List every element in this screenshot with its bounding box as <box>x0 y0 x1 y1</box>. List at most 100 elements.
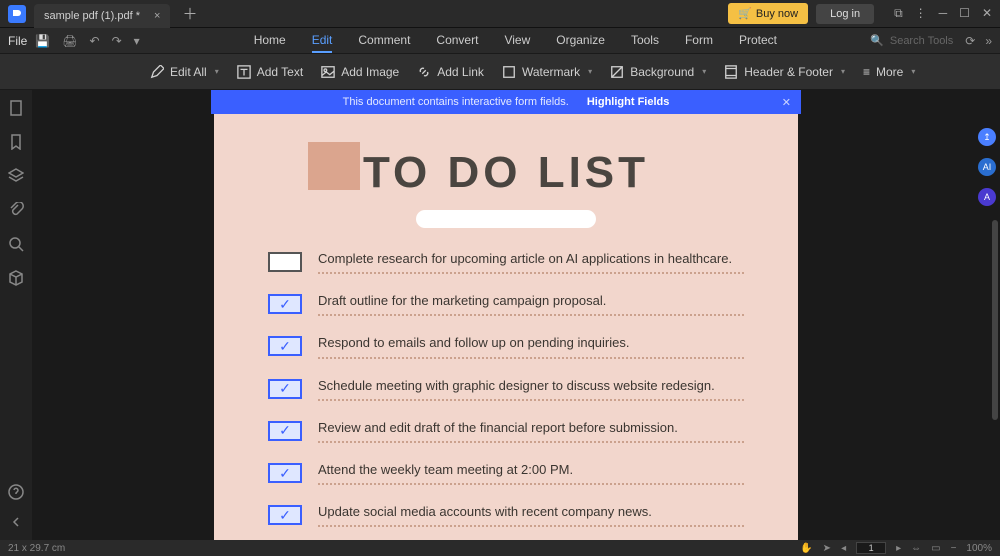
annotate-badge-icon[interactable]: A <box>978 188 996 206</box>
image-icon <box>321 65 335 79</box>
todo-checkbox[interactable]: ✓ <box>268 336 302 356</box>
print-icon[interactable]: 🖨 <box>62 34 77 48</box>
todo-row: ✓ Review and edit draft of the financial … <box>268 419 744 443</box>
expand-icon[interactable]: » <box>985 34 992 48</box>
todo-checkbox[interactable]: ✓ <box>268 294 302 314</box>
menu-form[interactable]: Form <box>685 29 713 53</box>
layers-icon[interactable] <box>8 168 24 184</box>
todo-text: Attend the weekly team meeting at 2:00 P… <box>318 461 744 479</box>
buy-now-button[interactable]: 🛒 Buy now <box>728 3 808 24</box>
tab-title: sample pdf (1).pdf * <box>44 10 140 22</box>
watermark-button[interactable]: Watermark ▾ <box>502 65 592 79</box>
todo-text: Schedule meeting with graphic designer t… <box>318 377 744 395</box>
edit-all-button[interactable]: Edit All ▾ <box>150 65 219 79</box>
thumbnails-icon[interactable] <box>8 100 24 116</box>
add-link-label: Add Link <box>437 65 484 79</box>
zoom-out-icon[interactable]: − <box>951 543 957 554</box>
page-dimensions: 21 x 29.7 cm <box>8 543 65 554</box>
close-tab-icon[interactable]: × <box>154 10 160 22</box>
todo-checkbox[interactable]: ✓ <box>268 463 302 483</box>
login-button[interactable]: Log in <box>816 4 874 24</box>
chevron-down-icon: ▾ <box>911 67 915 76</box>
document-canvas[interactable]: This document contains interactive form … <box>32 90 980 540</box>
menu-organize[interactable]: Organize <box>556 29 605 53</box>
ai-badge-icon[interactable]: AI <box>978 158 996 176</box>
left-sidebar <box>0 90 32 540</box>
highlight-fields-link[interactable]: Highlight Fields <box>587 96 670 108</box>
help-icon[interactable] <box>8 484 24 500</box>
add-image-button[interactable]: Add Image <box>321 65 399 79</box>
fit-page-icon[interactable]: ▭ <box>931 543 940 554</box>
upload-badge-icon[interactable]: ↥ <box>978 128 996 146</box>
background-button[interactable]: Background ▾ <box>610 65 706 79</box>
kebab-icon[interactable]: ⋮ <box>915 6 927 21</box>
search-tools[interactable]: 🔍 Search Tools <box>870 34 953 47</box>
cart-icon: 🛒 <box>738 7 752 20</box>
divider-line <box>318 483 744 485</box>
vertical-scrollbar[interactable] <box>992 220 998 420</box>
sync-icon[interactable]: ⟳ <box>965 34 975 48</box>
watermark-label: Watermark <box>522 65 580 79</box>
next-page-icon[interactable]: ▸ <box>896 543 901 554</box>
add-link-button[interactable]: Add Link <box>417 65 484 79</box>
divider-line <box>318 399 744 401</box>
fit-width-icon[interactable]: ⇔ <box>911 543 921 554</box>
todo-text: Review and edit draft of the financial r… <box>318 419 744 437</box>
collapse-icon[interactable] <box>8 514 24 530</box>
more-button[interactable]: ≡ More ▾ <box>863 65 915 79</box>
header-footer-button[interactable]: Header & Footer ▾ <box>724 65 845 79</box>
todo-text: Update social media accounts with recent… <box>318 503 744 521</box>
todo-row: ✓Draft outline for the marketing campaig… <box>268 292 744 316</box>
todo-row: ✓ Schedule meeting with graphic designer … <box>268 377 744 401</box>
link-icon <box>417 65 431 79</box>
divider-line <box>318 272 744 274</box>
attachments-icon[interactable] <box>8 202 24 218</box>
hand-tool-icon[interactable]: ✋ <box>800 543 812 554</box>
todo-checkbox[interactable]: ✓ <box>268 379 302 399</box>
app-logo-icon[interactable] <box>8 5 26 23</box>
close-banner-icon[interactable]: ✕ <box>782 96 791 109</box>
menu-comment[interactable]: Comment <box>358 29 410 53</box>
todo-checkbox[interactable]: ✓ <box>268 505 302 525</box>
chevron-down-icon[interactable]: ▾ <box>134 34 140 48</box>
file-menu[interactable]: File <box>8 34 27 48</box>
todo-row: ✓Respond to emails and follow up on pend… <box>268 334 744 358</box>
add-text-button[interactable]: Add Text <box>237 65 303 79</box>
menu-view[interactable]: View <box>504 29 530 53</box>
chevron-down-icon: ▾ <box>702 67 706 76</box>
select-tool-icon[interactable]: ➤ <box>823 543 831 554</box>
close-window-icon[interactable]: ✕ <box>982 6 992 21</box>
menu-home[interactable]: Home <box>254 29 286 53</box>
page-number-input[interactable] <box>856 542 886 554</box>
save-icon[interactable]: 💾 <box>35 34 50 48</box>
menu-edit[interactable]: Edit <box>312 29 333 53</box>
header-footer-icon <box>724 65 738 79</box>
background-icon <box>610 65 624 79</box>
add-tab-button[interactable]: ＋ <box>182 3 197 24</box>
undo-icon[interactable]: ↶ <box>90 34 100 48</box>
cube-icon[interactable] <box>8 270 24 286</box>
todo-row: Complete research for upcoming article o… <box>268 250 744 274</box>
chevron-down-icon: ▾ <box>841 67 845 76</box>
banner-message: This document contains interactive form … <box>343 96 569 108</box>
form-fields-banner: This document contains interactive form … <box>211 90 801 114</box>
bookmarks-icon[interactable] <box>8 134 24 150</box>
page-title: TO DO LIST <box>238 148 774 198</box>
todo-row: ✓ Update social media accounts with recen… <box>268 503 744 527</box>
buy-label: Buy now <box>756 8 798 20</box>
pdf-page: TO DO LIST Complete research for upcomin… <box>214 112 798 540</box>
menu-convert[interactable]: Convert <box>436 29 478 53</box>
maximize-icon[interactable]: ☐ <box>959 6 970 21</box>
search-panel-icon[interactable] <box>8 236 24 252</box>
minimize-icon[interactable]: ─ <box>939 6 948 21</box>
todo-checkbox[interactable] <box>268 252 302 272</box>
chevron-down-icon: ▾ <box>588 67 592 76</box>
document-tab[interactable]: sample pdf (1).pdf * × <box>34 4 170 28</box>
chevron-down-icon: ▾ <box>215 67 219 76</box>
redo-icon[interactable]: ↷ <box>112 34 122 48</box>
todo-checkbox[interactable]: ✓ <box>268 421 302 441</box>
prev-page-icon[interactable]: ◂ <box>841 543 846 554</box>
popout-icon[interactable]: ⧉ <box>894 6 903 21</box>
menu-protect[interactable]: Protect <box>739 29 777 53</box>
menu-tools[interactable]: Tools <box>631 29 659 53</box>
